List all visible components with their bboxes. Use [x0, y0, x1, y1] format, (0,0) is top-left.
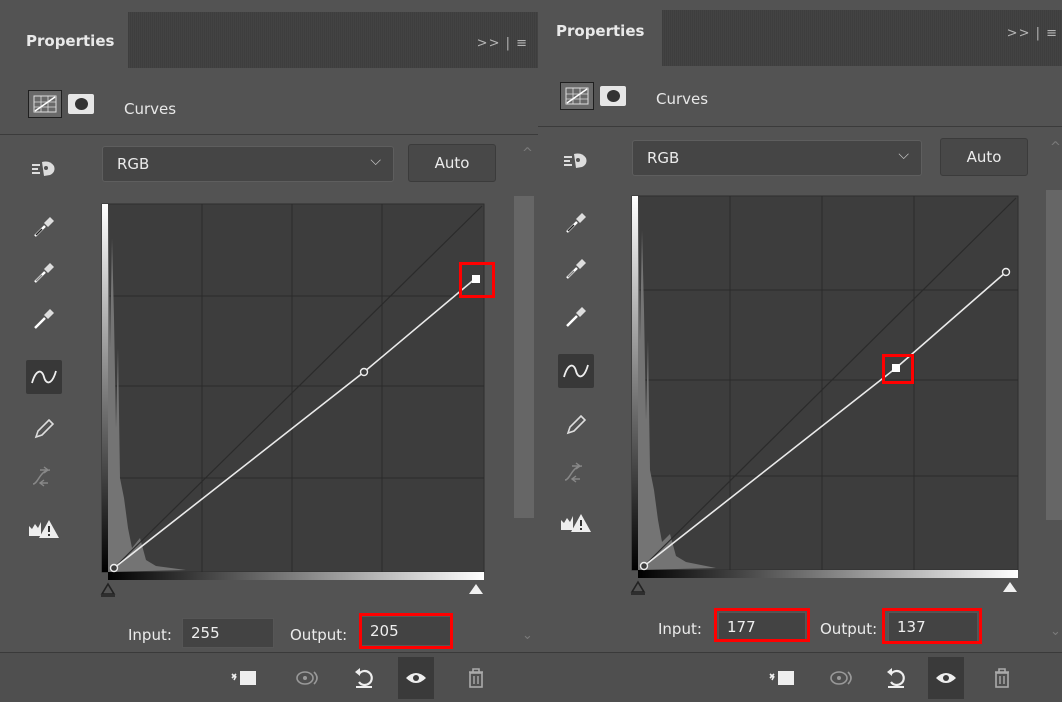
curves-adjustment-icon [560, 82, 594, 110]
view-previous-state-icon[interactable] [824, 661, 860, 695]
white-point-eyedropper-icon[interactable] [558, 300, 594, 334]
channel-dropdown[interactable]: RGB ⌵ [632, 140, 922, 176]
panel-menu-controls[interactable]: >> | ≡ [1007, 26, 1058, 41]
output-label: Output: [290, 626, 348, 644]
click-drag-icon[interactable] [26, 152, 62, 186]
highlight-selected-point [882, 354, 914, 384]
panel-footer [0, 652, 538, 702]
curves-adjustment-icon [28, 90, 62, 118]
curve-graph[interactable] [96, 198, 496, 608]
scrollbar-thumb[interactable] [1046, 190, 1062, 520]
panel-tab-bar: Properties >> | ≡ [0, 12, 538, 68]
panel-footer [538, 652, 1062, 702]
auto-button[interactable]: Auto [940, 138, 1028, 176]
clip-to-layer-icon[interactable] [764, 661, 800, 695]
curve-point [639, 561, 649, 571]
smooth-curve-icon[interactable] [558, 456, 594, 490]
clipping-warning-icon[interactable] [558, 506, 594, 540]
input-field[interactable]: 255 [182, 618, 274, 648]
adjustment-header: Curves [0, 68, 538, 134]
delete-icon[interactable] [984, 661, 1020, 695]
clip-to-layer-icon[interactable] [226, 661, 262, 695]
header-divider [538, 126, 1062, 127]
auto-button[interactable]: Auto [408, 144, 496, 182]
tab-properties[interactable]: Properties [0, 12, 128, 68]
click-drag-icon[interactable] [558, 144, 594, 178]
gray-point-eyedropper-icon[interactable] [26, 256, 62, 290]
adjustment-header: Curves [538, 66, 1062, 132]
clipping-warning-icon[interactable] [26, 512, 62, 546]
layer-mask-icon[interactable] [68, 94, 94, 114]
panel-tab-bar: Properties >> | ≡ [538, 10, 1062, 66]
adjustment-title: Curves [656, 90, 709, 108]
panel-menu-controls[interactable]: >> | ≡ [477, 36, 528, 51]
pencil-draw-icon[interactable] [26, 412, 62, 446]
scroll-up-arrow-icon[interactable]: ^ [1050, 140, 1061, 155]
view-previous-state-icon[interactable] [290, 661, 326, 695]
input-label: Input: [128, 626, 172, 644]
black-point-eyedropper-icon[interactable] [558, 206, 594, 240]
header-divider [0, 134, 538, 135]
scroll-up-arrow-icon[interactable]: ^ [522, 146, 533, 161]
channel-dropdown[interactable]: RGB ⌵ [102, 146, 394, 182]
properties-panel-right: Properties >> | ≡ Curves RGB ⌵ Auto ^ ⌄ … [538, 0, 1062, 702]
pencil-draw-icon[interactable] [558, 408, 594, 442]
white-point-eyedropper-icon[interactable] [26, 302, 62, 336]
output-label: Output: [820, 620, 878, 638]
properties-panel-left: Properties >> | ≡ Curves RGB ⌵ Auto ^ ⌄ … [0, 0, 538, 702]
curve-point [109, 563, 119, 573]
tab-properties[interactable]: Properties [538, 10, 662, 66]
highlight-input-field [714, 608, 810, 642]
chevron-down-icon: ⌵ [898, 147, 909, 163]
adjustment-title: Curves [124, 100, 177, 118]
curve-point [359, 367, 369, 377]
visibility-eye-icon[interactable] [398, 657, 434, 699]
channel-value: RGB [117, 155, 150, 173]
highlight-output-field [359, 613, 453, 649]
visibility-eye-icon[interactable] [928, 657, 964, 699]
gray-point-eyedropper-icon[interactable] [558, 252, 594, 286]
reset-icon[interactable] [878, 661, 914, 695]
black-point-eyedropper-icon[interactable] [26, 210, 62, 244]
smooth-curve-icon[interactable] [26, 460, 62, 494]
reset-icon[interactable] [346, 661, 382, 695]
input-label: Input: [658, 620, 702, 638]
channel-value: RGB [647, 149, 680, 167]
delete-icon[interactable] [458, 661, 494, 695]
highlight-selected-point [459, 262, 495, 298]
scroll-down-arrow-icon[interactable]: ⌄ [1050, 624, 1061, 639]
scroll-down-arrow-icon[interactable]: ⌄ [522, 628, 533, 643]
curve-point [1001, 267, 1011, 277]
curve-graph[interactable] [626, 190, 1026, 608]
chevron-down-icon: ⌵ [370, 153, 381, 169]
highlight-output-field [882, 608, 982, 644]
edit-points-curve-icon[interactable] [26, 360, 62, 394]
layer-mask-icon[interactable] [600, 86, 626, 106]
edit-points-curve-icon[interactable] [558, 354, 594, 388]
screenshot-root: Properties >> | ≡ Curves RGB ⌵ Auto ^ ⌄ … [0, 0, 1062, 702]
scrollbar-thumb[interactable] [514, 196, 534, 518]
